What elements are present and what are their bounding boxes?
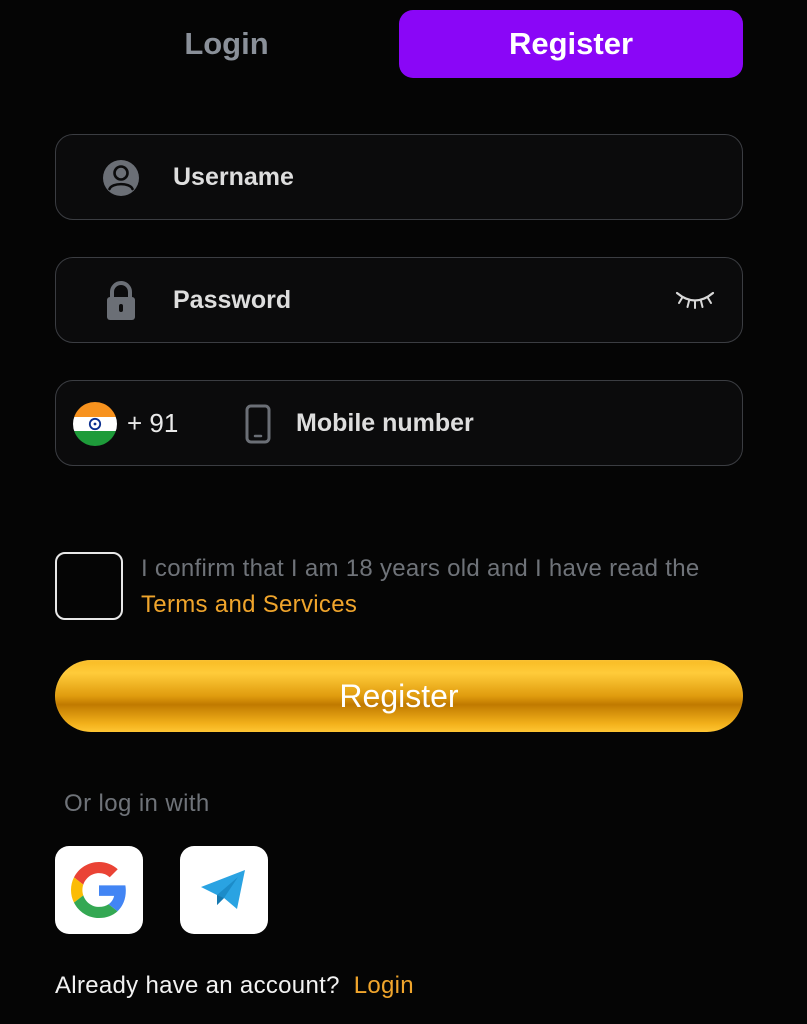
mobile-phone-icon: [244, 404, 272, 444]
tab-login[interactable]: Login: [55, 10, 398, 78]
register-page: Login Register Username + 91 Mobile numb…: [0, 0, 807, 1024]
login-link[interactable]: Login: [354, 972, 414, 999]
terms-link[interactable]: Terms and Services: [141, 591, 357, 618]
age-confirm-checkbox[interactable]: [55, 552, 123, 620]
country-code[interactable]: + 91: [127, 381, 178, 465]
india-flag-icon[interactable]: [73, 402, 117, 446]
google-icon: [71, 862, 126, 918]
username-field-container: [55, 134, 743, 220]
password-input[interactable]: [173, 258, 653, 342]
social-login-heading: Or log in with: [64, 790, 210, 817]
password-field-container: [55, 257, 743, 343]
account-prompt: Already have an account?: [55, 972, 340, 999]
username-input[interactable]: [173, 135, 653, 219]
terms-statement: I confirm that I am 18 years old and I h…: [141, 555, 700, 582]
user-icon: [101, 158, 141, 198]
register-button[interactable]: Register: [55, 660, 743, 732]
tab-register[interactable]: Register: [399, 10, 743, 78]
google-login-button[interactable]: [55, 846, 143, 934]
telegram-login-button[interactable]: [180, 846, 268, 934]
already-have-account: Already have an account? Login: [55, 972, 414, 1000]
telegram-icon: [201, 870, 245, 909]
lock-icon: [104, 280, 138, 322]
eye-closed-icon[interactable]: [673, 286, 717, 314]
mobile-field-container: + 91: [55, 380, 743, 466]
mobile-number-input[interactable]: [296, 381, 716, 465]
terms-text: I confirm that I am 18 years old and I h…: [141, 551, 741, 623]
